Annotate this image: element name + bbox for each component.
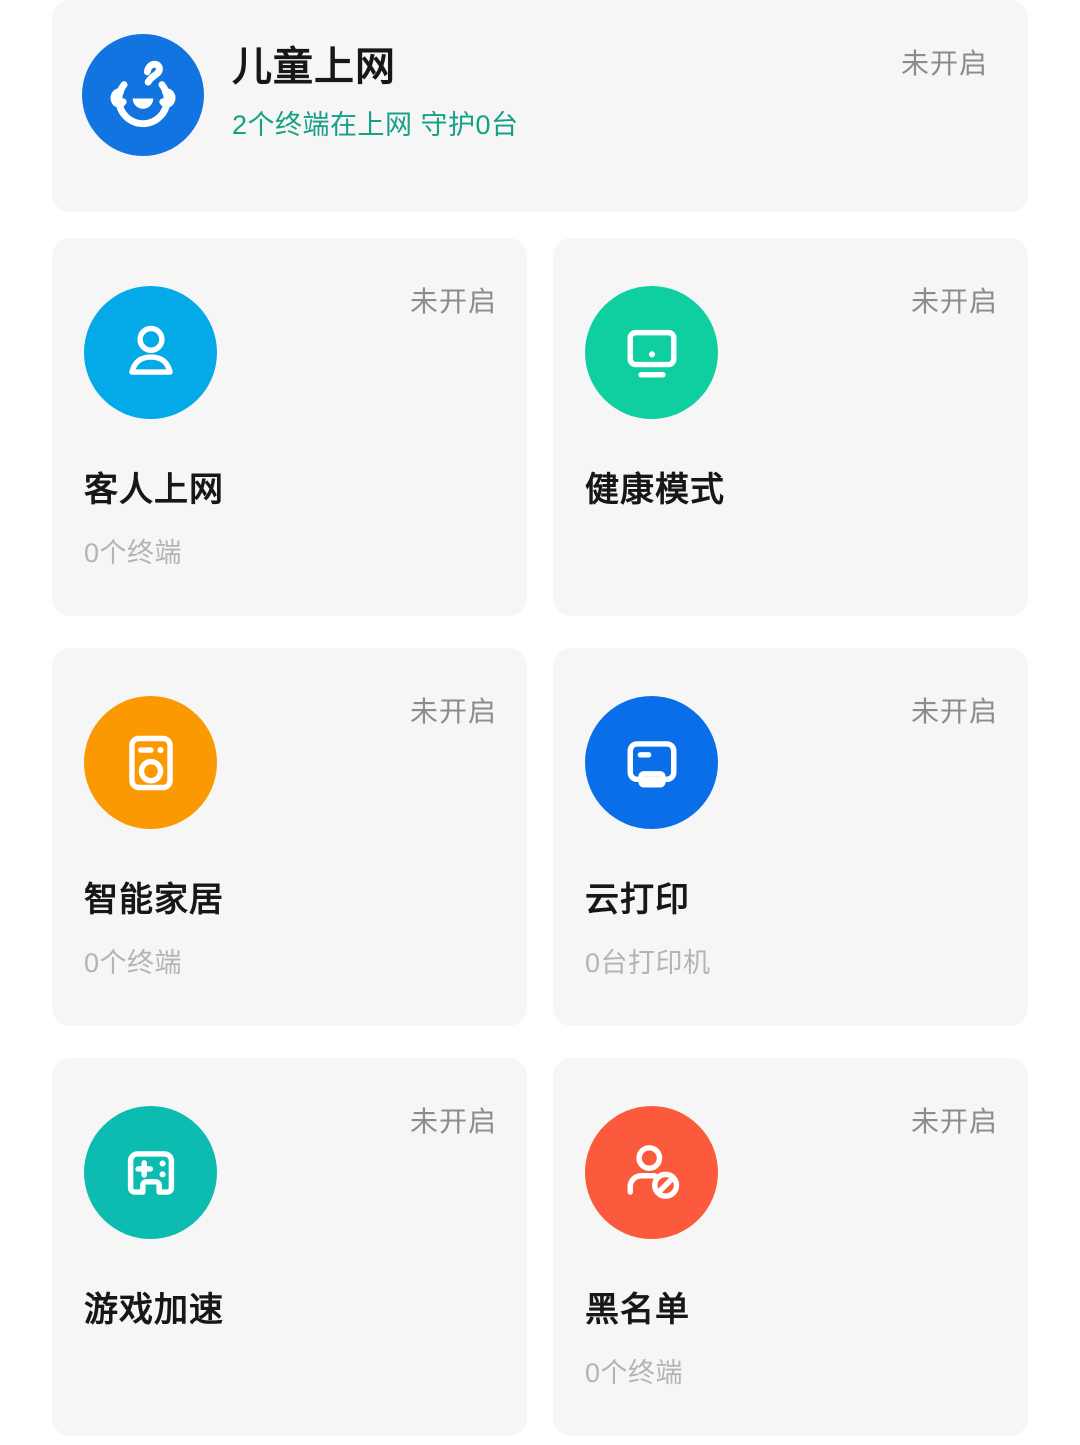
card-subtitle: 0个终端 (84, 948, 183, 979)
card-title: 游戏加速 (84, 1291, 224, 1329)
card-child-internet[interactable]: 未开启 儿童上网 2个终端在上网 守护0台 (52, 0, 1028, 212)
card-guest-network[interactable]: 未开启 客人上网 0个终端 (52, 238, 527, 616)
baby-face-icon (82, 34, 204, 156)
status-badge: 未开启 (409, 1106, 497, 1137)
feature-grid: 未开启 客人上网 0个终端 未开启 健康模式 未开启 智能家居 0个终端 未开启… (52, 238, 1028, 1436)
card-title: 智能家居 (84, 881, 224, 919)
printer-icon (585, 696, 718, 829)
hero-content: 儿童上网 2个终端在上网 守护0台 (52, 0, 1028, 156)
card-health-mode[interactable]: 未开启 健康模式 (553, 238, 1028, 616)
card-blacklist[interactable]: 未开启 黑名单 0个终端 (553, 1058, 1028, 1436)
card-subtitle: 0个终端 (84, 538, 183, 569)
status-badge: 未开启 (910, 286, 998, 317)
status-badge: 未开启 (910, 1106, 998, 1137)
feature-dashboard: 未开启 儿童上网 2个终端在上网 守护0台 未开启 客人上网 0个终端 未开启 … (0, 0, 1080, 1445)
page-title: 儿童上网 (232, 45, 396, 90)
washing-machine-icon (84, 696, 217, 829)
gamepad-icon (84, 1106, 217, 1239)
card-smart-home[interactable]: 未开启 智能家居 0个终端 (52, 648, 527, 1026)
card-subtitle: 0台打印机 (585, 948, 711, 979)
monitor-icon (585, 286, 718, 419)
status-badge: 未开启 (409, 286, 497, 317)
card-title: 客人上网 (84, 471, 224, 509)
hero-text-block: 儿童上网 2个终端在上网 守护0台 (232, 45, 519, 145)
card-subtitle: 0个终端 (585, 1358, 684, 1389)
status-badge: 未开启 (910, 696, 998, 727)
card-title: 云打印 (585, 881, 690, 919)
guest-person-icon (84, 286, 217, 419)
card-cloud-print[interactable]: 未开启 云打印 0台打印机 (553, 648, 1028, 1026)
person-blocked-icon (585, 1106, 718, 1239)
status-badge: 未开启 (409, 696, 497, 727)
status-badge: 未开启 (900, 48, 988, 79)
card-title: 黑名单 (585, 1291, 690, 1329)
card-title: 健康模式 (585, 471, 725, 509)
hero-subtitle: 2个终端在上网 守护0台 (232, 110, 519, 141)
card-game-boost[interactable]: 未开启 游戏加速 (52, 1058, 527, 1436)
